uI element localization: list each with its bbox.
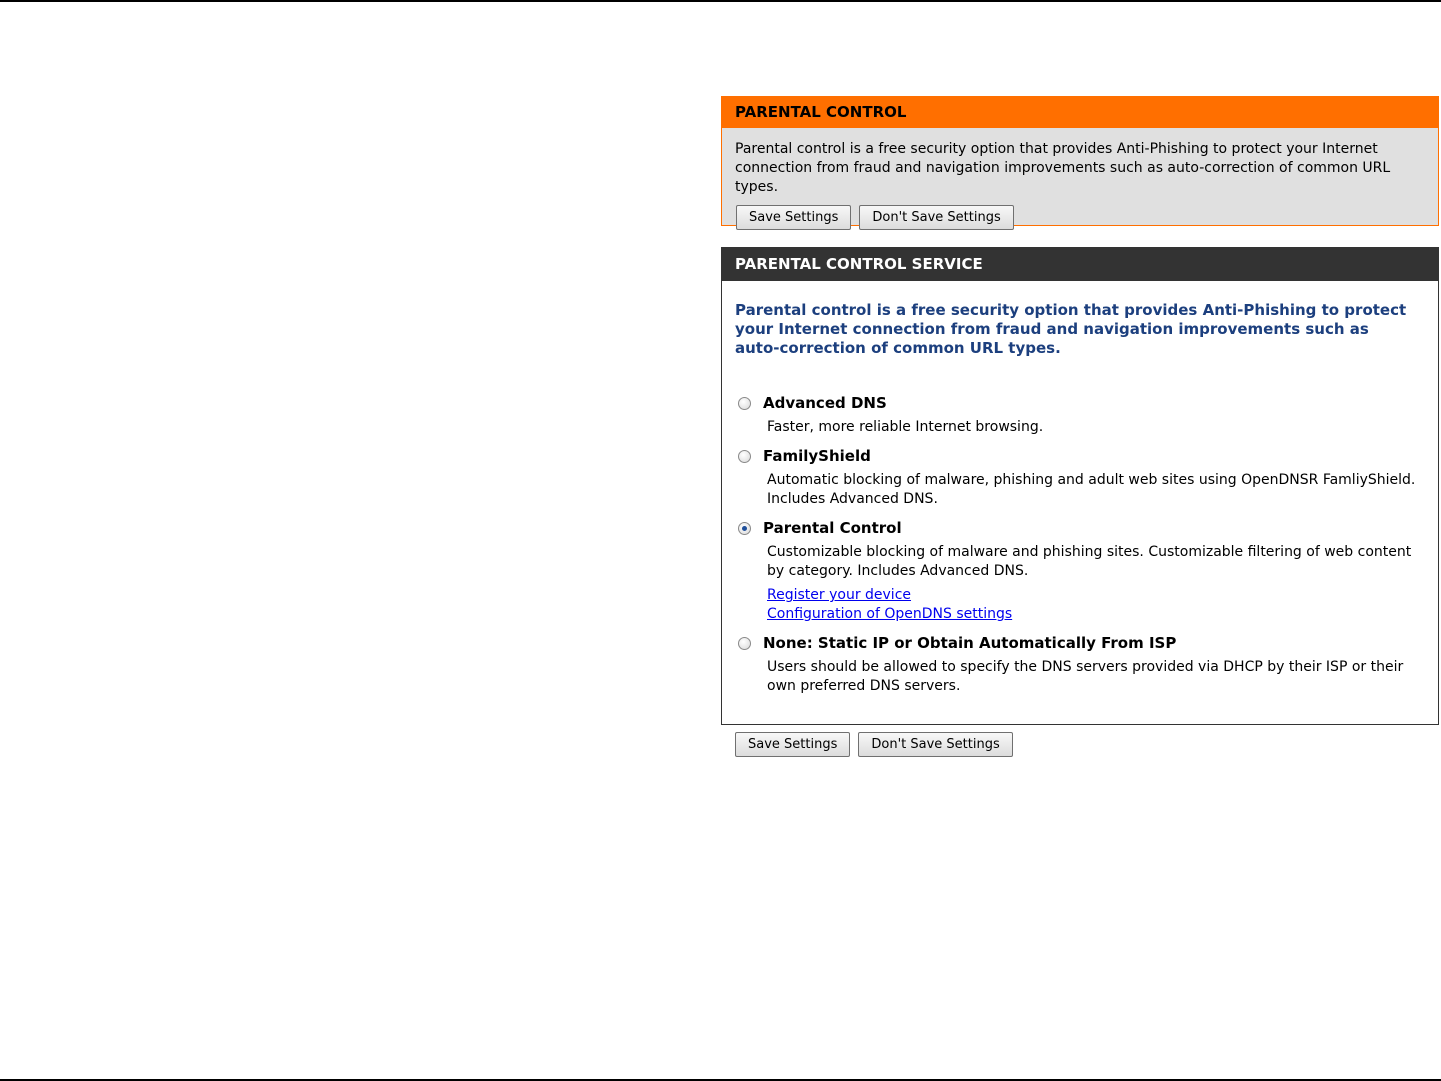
service-intro: Parental control is a free security opti… — [735, 301, 1407, 357]
option-familyshield: FamilyShield Automatic blocking of malwa… — [722, 445, 1438, 509]
option-title-row: FamilyShield — [738, 445, 1438, 467]
option-description: Customizable blocking of malware and phi… — [767, 544, 1412, 579]
bottom-save-settings-button[interactable]: Save Settings — [735, 732, 851, 757]
option-title-row: Advanced DNS — [738, 392, 1438, 414]
parental-control-panel: PARENTAL CONTROL Parental control is a f… — [721, 96, 1439, 230]
opendns-configuration-link[interactable]: Configuration of OpenDNS settings — [767, 605, 1438, 624]
none-static-ip-radio[interactable] — [738, 636, 751, 650]
option-none-static-ip: None: Static IP or Obtain Automatically … — [722, 632, 1438, 696]
register-device-link[interactable]: Register your device — [767, 586, 1438, 605]
option-title-row: Parental Control — [738, 517, 1438, 539]
parental-control-radio[interactable] — [738, 521, 751, 535]
option-parental-control: Parental Control Customizable blocking o… — [722, 517, 1438, 624]
service-title: PARENTAL CONTROL SERVICE — [722, 248, 1438, 281]
dns-options: Advanced DNS Faster, more reliable Inter… — [722, 392, 1438, 696]
option-title: Advanced DNS — [763, 394, 887, 412]
option-title: FamilyShield — [763, 447, 871, 465]
option-description: Users should be allowed to specify the D… — [767, 659, 1404, 694]
top-button-row: Save Settings Don't Save Settings — [736, 205, 1438, 230]
option-title-row: None: Static IP or Obtain Automatically … — [738, 632, 1438, 654]
option-description: Faster, more reliable Internet browsing. — [767, 419, 1044, 435]
parental-control-title: PARENTAL CONTROL — [722, 97, 1438, 128]
save-settings-button[interactable]: Save Settings — [736, 205, 852, 230]
bottom-dont-save-settings-button[interactable]: Don't Save Settings — [858, 732, 1013, 757]
option-links: Register your device Configuration of Op… — [722, 586, 1438, 624]
advanced-dns-radio[interactable] — [738, 396, 751, 410]
option-description: Automatic blocking of malware, phishing … — [767, 472, 1416, 507]
parental-control-description: Parental control is a free security opti… — [735, 141, 1391, 195]
parental-control-service-panel: PARENTAL CONTROL SERVICE Parental contro… — [721, 247, 1439, 725]
bottom-button-row: Save Settings Don't Save Settings — [735, 732, 1013, 757]
option-title: None: Static IP or Obtain Automatically … — [763, 634, 1177, 652]
option-advanced-dns: Advanced DNS Faster, more reliable Inter… — [722, 392, 1438, 437]
familyshield-radio[interactable] — [738, 449, 751, 463]
option-title: Parental Control — [763, 519, 902, 537]
dont-save-settings-button[interactable]: Don't Save Settings — [859, 205, 1014, 230]
page: PARENTAL CONTROL Parental control is a f… — [0, 0, 1441, 1081]
